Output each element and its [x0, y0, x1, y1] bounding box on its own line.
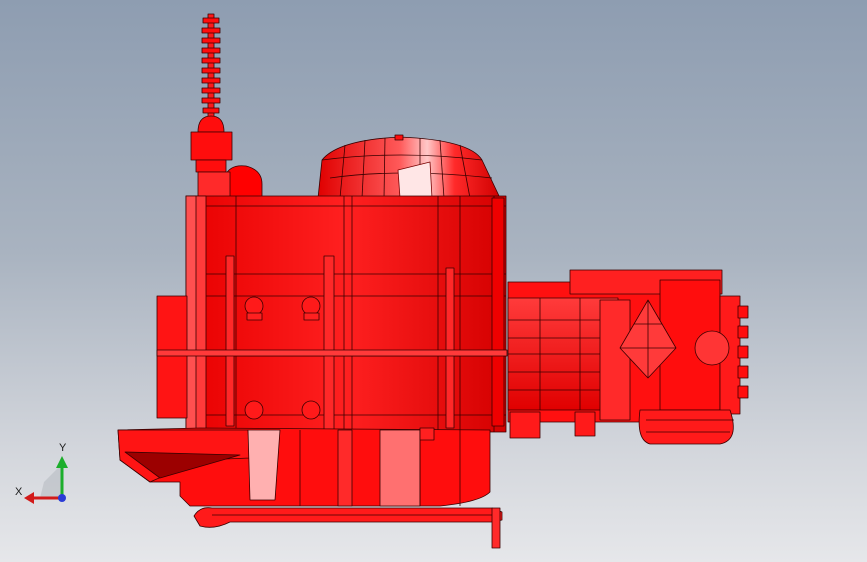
- gearbox-assembly: [507, 269, 749, 445]
- fuel-tank-dome: [317, 134, 501, 199]
- kick-lever: [193, 507, 503, 549]
- model-render[interactable]: [0, 0, 867, 562]
- graphics-viewport[interactable]: Y X: [0, 0, 867, 562]
- coordinate-triad: [24, 456, 68, 504]
- filter-cap: [224, 165, 263, 199]
- y-axis-arrowhead: [56, 456, 68, 468]
- triad-x-label: X: [15, 486, 23, 498]
- crankcase: [117, 427, 491, 507]
- engine-block: [156, 195, 508, 437]
- z-axis-dot: [58, 494, 66, 502]
- antenna-chain: [190, 13, 233, 173]
- triad-y-label: Y: [59, 442, 67, 454]
- x-axis-arrowhead: [24, 492, 34, 504]
